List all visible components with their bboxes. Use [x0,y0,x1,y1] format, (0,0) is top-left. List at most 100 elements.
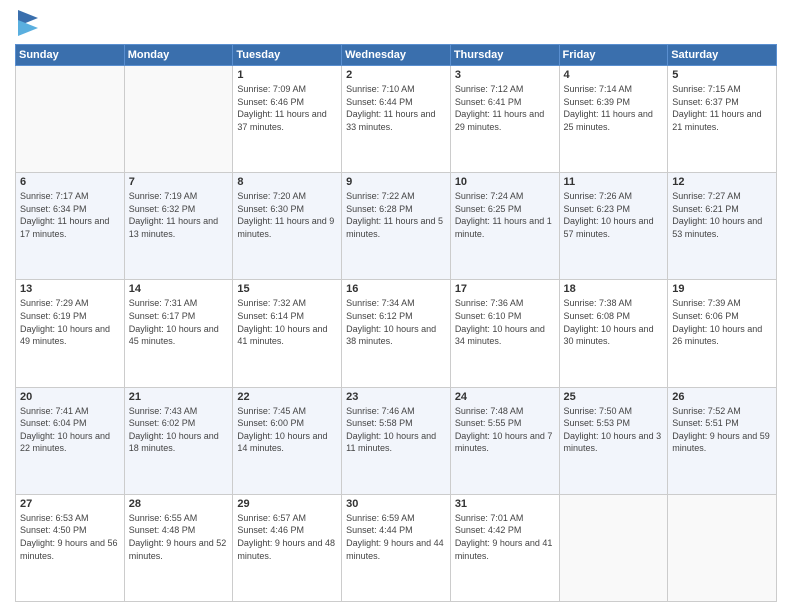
calendar-cell [559,494,668,601]
cell-info: Sunrise: 7:36 AMSunset: 6:10 PMDaylight:… [455,297,555,347]
cell-info: Sunrise: 7:34 AMSunset: 6:12 PMDaylight:… [346,297,446,347]
day-number: 30 [346,498,446,510]
calendar-cell: 23 Sunrise: 7:46 AMSunset: 5:58 PMDayligh… [342,387,451,494]
day-number: 23 [346,391,446,403]
cell-info: Sunrise: 7:41 AMSunset: 6:04 PMDaylight:… [20,405,120,455]
header-row: SundayMondayTuesdayWednesdayThursdayFrid… [16,45,777,66]
calendar-cell: 18Sunrise: 7:38 AMSunset: 6:08 PMDayligh… [559,280,668,387]
day-number: 17 [455,283,555,295]
calendar-cell: 28Sunrise: 6:55 AMSunset: 4:48 PMDayligh… [124,494,233,601]
col-header-tuesday: Tuesday [233,45,342,66]
day-number: 26 [672,391,772,403]
week-row-4: 20 Sunrise: 7:41 AMSunset: 6:04 PMDayligh… [16,387,777,494]
cell-info: Sunrise: 7:22 AMSunset: 6:28 PMDaylight:… [346,190,446,240]
calendar-cell: 24 Sunrise: 7:48 AMSunset: 5:55 PMDayligh… [450,387,559,494]
week-row-2: 6Sunrise: 7:17 AMSunset: 6:34 PMDaylight… [16,173,777,280]
day-number: 11 [564,176,664,188]
calendar-cell: 6Sunrise: 7:17 AMSunset: 6:34 PMDaylight… [16,173,125,280]
day-number: 13 [20,283,120,295]
cell-info: Sunrise: 7:45 AMSunset: 6:00 PMDaylight:… [237,405,337,455]
cell-info: Sunrise: 7:10 AMSunset: 6:44 PMDaylight:… [346,83,446,133]
day-number: 8 [237,176,337,188]
col-header-sunday: Sunday [16,45,125,66]
day-number: 9 [346,176,446,188]
day-number: 29 [237,498,337,510]
day-number: 3 [455,69,555,81]
day-number: 18 [564,283,664,295]
calendar-cell [16,66,125,173]
calendar-cell: 12Sunrise: 7:27 AMSunset: 6:21 PMDayligh… [668,173,777,280]
calendar-cell [124,66,233,173]
day-number: 5 [672,69,772,81]
day-number: 15 [237,283,337,295]
calendar-cell: 19Sunrise: 7:39 AMSunset: 6:06 PMDayligh… [668,280,777,387]
col-header-saturday: Saturday [668,45,777,66]
col-header-monday: Monday [124,45,233,66]
day-number: 27 [20,498,120,510]
calendar-cell: 14Sunrise: 7:31 AMSunset: 6:17 PMDayligh… [124,280,233,387]
day-number: 22 [237,391,337,403]
cell-info: Sunrise: 7:14 AMSunset: 6:39 PMDaylight:… [564,83,664,133]
day-number: 16 [346,283,446,295]
logo [15,10,38,38]
day-number: 2 [346,69,446,81]
calendar-cell: 13 Sunrise: 7:29 AMSunset: 6:19 PMDayligh… [16,280,125,387]
calendar-cell [668,494,777,601]
cell-info: Sunrise: 6:53 AMSunset: 4:50 PMDaylight:… [20,512,120,562]
cell-info: Sunrise: 7:01 AMSunset: 4:42 PMDaylight:… [455,512,555,562]
calendar-cell: 25 Sunrise: 7:50 AMSunset: 5:53 PMDayligh… [559,387,668,494]
calendar-cell: 29 Sunrise: 6:57 AMSunset: 4:46 PMDayligh… [233,494,342,601]
cell-info: Sunrise: 7:15 AMSunset: 6:37 PMDaylight:… [672,83,772,133]
cell-info: Sunrise: 7:50 AMSunset: 5:53 PMDaylight:… [564,405,664,455]
cell-info: Sunrise: 6:55 AMSunset: 4:48 PMDaylight:… [129,512,229,562]
cell-info: Sunrise: 7:12 AMSunset: 6:41 PMDaylight:… [455,83,555,133]
day-number: 31 [455,498,555,510]
col-header-wednesday: Wednesday [342,45,451,66]
calendar-cell: 16 Sunrise: 7:34 AMSunset: 6:12 PMDayligh… [342,280,451,387]
logo-icon [18,10,38,38]
calendar-table: SundayMondayTuesdayWednesdayThursdayFrid… [15,44,777,602]
calendar-cell: 8 Sunrise: 7:20 AMSunset: 6:30 PMDaylight… [233,173,342,280]
cell-info: Sunrise: 7:20 AMSunset: 6:30 PMDaylight:… [237,190,337,240]
calendar-cell: 11 Sunrise: 7:26 AMSunset: 6:23 PMDayligh… [559,173,668,280]
calendar-cell: 1Sunrise: 7:09 AMSunset: 6:46 PMDaylight… [233,66,342,173]
cell-info: Sunrise: 6:57 AMSunset: 4:46 PMDaylight:… [237,512,337,562]
cell-info: Sunrise: 7:48 AMSunset: 5:55 PMDaylight:… [455,405,555,455]
day-number: 14 [129,283,229,295]
day-number: 21 [129,391,229,403]
cell-info: Sunrise: 7:19 AMSunset: 6:32 PMDaylight:… [129,190,229,240]
calendar-cell: 4 Sunrise: 7:14 AMSunset: 6:39 PMDaylight… [559,66,668,173]
calendar-cell: 5 Sunrise: 7:15 AMSunset: 6:37 PMDaylight… [668,66,777,173]
cell-info: Sunrise: 7:46 AMSunset: 5:58 PMDaylight:… [346,405,446,455]
week-row-5: 27 Sunrise: 6:53 AMSunset: 4:50 PMDayligh… [16,494,777,601]
day-number: 20 [20,391,120,403]
calendar-cell: 26 Sunrise: 7:52 AMSunset: 5:51 PMDayligh… [668,387,777,494]
day-number: 24 [455,391,555,403]
day-number: 19 [672,283,772,295]
calendar-cell: 17 Sunrise: 7:36 AMSunset: 6:10 PMDayligh… [450,280,559,387]
calendar-cell: 27 Sunrise: 6:53 AMSunset: 4:50 PMDayligh… [16,494,125,601]
page: SundayMondayTuesdayWednesdayThursdayFrid… [0,0,792,612]
calendar-cell: 21Sunrise: 7:43 AMSunset: 6:02 PMDayligh… [124,387,233,494]
day-number: 25 [564,391,664,403]
calendar-cell: 2 Sunrise: 7:10 AMSunset: 6:44 PMDaylight… [342,66,451,173]
day-number: 6 [20,176,120,188]
day-number: 12 [672,176,772,188]
col-header-thursday: Thursday [450,45,559,66]
cell-info: Sunrise: 7:29 AMSunset: 6:19 PMDaylight:… [20,297,120,347]
calendar-cell: 31 Sunrise: 7:01 AMSunset: 4:42 PMDayligh… [450,494,559,601]
calendar-cell: 9 Sunrise: 7:22 AMSunset: 6:28 PMDaylight… [342,173,451,280]
calendar-cell: 30Sunrise: 6:59 AMSunset: 4:44 PMDayligh… [342,494,451,601]
header [15,10,777,38]
calendar-cell: 22 Sunrise: 7:45 AMSunset: 6:00 PMDayligh… [233,387,342,494]
day-number: 4 [564,69,664,81]
week-row-1: 1Sunrise: 7:09 AMSunset: 6:46 PMDaylight… [16,66,777,173]
col-header-friday: Friday [559,45,668,66]
cell-info: Sunrise: 7:52 AMSunset: 5:51 PMDaylight:… [672,405,772,455]
day-number: 10 [455,176,555,188]
cell-info: Sunrise: 7:09 AMSunset: 6:46 PMDaylight:… [237,83,337,133]
cell-info: Sunrise: 7:26 AMSunset: 6:23 PMDaylight:… [564,190,664,240]
calendar-cell: 10Sunrise: 7:24 AMSunset: 6:25 PMDayligh… [450,173,559,280]
calendar-cell: 3 Sunrise: 7:12 AMSunset: 6:41 PMDaylight… [450,66,559,173]
cell-info: Sunrise: 7:32 AMSunset: 6:14 PMDaylight:… [237,297,337,347]
